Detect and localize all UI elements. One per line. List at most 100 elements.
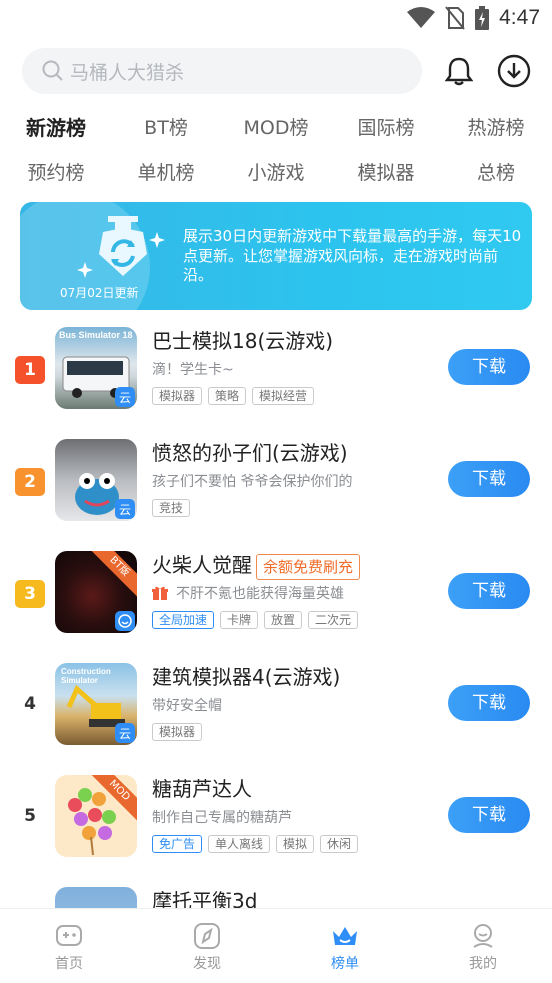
app-description: 不肝不氪也能获得海量英雄 xyxy=(152,583,344,603)
bell-icon xyxy=(444,57,474,86)
nav-label: 首页 xyxy=(55,956,83,972)
ranking-info-banner: 07月02日更新 展示30日内更新游戏中下载量最高的手游，每天10点更新。让您掌… xyxy=(20,202,532,310)
clock: 4:47 xyxy=(499,6,540,29)
tab-overall[interactable]: 总榜 xyxy=(477,155,515,191)
tabs-row-1: 新游榜 BT榜 MOD榜 国际榜 热游榜 xyxy=(0,110,552,146)
search-input[interactable]: 马桶人大猎杀 xyxy=(22,48,422,94)
tag: 卡牌 xyxy=(220,611,259,629)
tag: 模拟器 xyxy=(152,387,203,405)
tag: 模拟 xyxy=(276,835,315,853)
tag: 单人离线 xyxy=(208,835,271,853)
app-icon xyxy=(55,887,137,908)
tab-bt[interactable]: BT榜 xyxy=(144,110,188,146)
app-title: 建筑模拟器4(云游戏) xyxy=(152,665,341,689)
tab-mod[interactable]: MOD榜 xyxy=(244,110,309,146)
tab-reservation[interactable]: 预约榜 xyxy=(27,155,84,191)
cloud-badge: 云 xyxy=(115,387,135,407)
profile-icon xyxy=(473,924,493,948)
search-icon xyxy=(42,60,63,81)
compass-icon xyxy=(194,923,220,949)
promo-badge: 余额免费刷充 xyxy=(256,553,361,580)
crown-icon xyxy=(333,927,357,945)
app-title: 愤怒的孙子们(云游戏) xyxy=(152,441,348,465)
no-sim-icon xyxy=(445,6,465,30)
cloud-badge: 云 xyxy=(115,723,135,743)
app-description: 带好安全帽 xyxy=(152,698,222,714)
app-title: 摩托平衡3d xyxy=(152,889,258,908)
nav-rankings[interactable]: 榜单 xyxy=(276,909,414,983)
status-bar: 4:47 xyxy=(0,0,552,40)
nav-discover[interactable]: 发现 xyxy=(138,909,276,983)
tag-list: 免广告 单人离线 模拟 休闲 xyxy=(152,835,359,853)
search-placeholder: 马桶人大猎杀 xyxy=(70,61,185,84)
nav-profile[interactable]: 我的 xyxy=(414,909,552,983)
rank-badge: 2 xyxy=(15,468,45,496)
list-item[interactable]: 3 BT版 火柴人觉醒 余额免费刷充 不肝不氪也能获得海量英雄 全局加速 卡牌 放… xyxy=(0,549,552,649)
download-button[interactable]: 下载 xyxy=(448,573,530,609)
tag: 模拟经营 xyxy=(252,387,315,405)
tab-emulator[interactable]: 模拟器 xyxy=(357,155,414,191)
app-icon: Bus Simulator 18 云 xyxy=(55,327,137,409)
download-button[interactable]: 下载 xyxy=(448,349,530,385)
download-circle-icon xyxy=(497,54,531,88)
tab-mini-games[interactable]: 小游戏 xyxy=(247,155,304,191)
rank-badge: 3 xyxy=(15,580,45,608)
nav-label: 我的 xyxy=(469,956,497,972)
app-icon: Construction Simulator 云 xyxy=(55,663,137,745)
rank-number: 5 xyxy=(24,806,36,826)
tab-hot[interactable]: 热游榜 xyxy=(467,110,524,146)
tag-list: 全局加速 卡牌 放置 二次元 xyxy=(152,611,359,629)
tag: 放置 xyxy=(264,611,303,629)
tag: 模拟器 xyxy=(152,723,203,741)
tag: 竞技 xyxy=(152,499,191,517)
app-icon: BT版 xyxy=(55,551,137,633)
tag: 全局加速 xyxy=(152,611,215,629)
refresh-trophy-icon xyxy=(77,216,165,278)
download-button[interactable]: 下载 xyxy=(448,797,530,833)
cloud-badge: 云 xyxy=(115,499,135,519)
download-button[interactable]: 下载 xyxy=(448,685,530,721)
list-item[interactable]: 5 MOD 糖葫芦达人 制作自己专属的糖葫芦 免广告 单人离线 模拟 休闲 下载 xyxy=(0,773,552,873)
list-item[interactable]: 4 Construction Simulator 云 建筑模拟器4(云游戏) 带… xyxy=(0,661,552,761)
tag-list: 模拟器 策略 模拟经营 xyxy=(152,387,315,405)
app-icon-caption: Bus Simulator 18 xyxy=(59,330,133,340)
tag: 休闲 xyxy=(320,835,359,853)
tab-international[interactable]: 国际榜 xyxy=(357,110,414,146)
accelerator-badge xyxy=(115,611,135,631)
app-description: 制作自己专属的糖葫芦 xyxy=(152,810,292,826)
download-button[interactable]: 下载 xyxy=(448,461,530,497)
list-item[interactable]: 2 云 愤怒的孙子们(云游戏) 孩子们不要怕 爷爷会保护你们的 竞技 下载 xyxy=(0,437,552,537)
gift-icon xyxy=(152,586,168,600)
smile-icon xyxy=(118,614,132,628)
list-item[interactable]: 摩托平衡3d xyxy=(0,885,552,908)
tag-list: 模拟器 xyxy=(152,723,203,741)
banner-update-date: 07月02日更新 xyxy=(60,286,139,300)
app-icon-caption: Construction Simulator xyxy=(61,667,111,685)
tag: 二次元 xyxy=(308,611,359,629)
app-description: 滴！学生卡~ xyxy=(152,362,234,378)
bottom-navigation: 首页 发现 榜单 我的 xyxy=(0,908,552,983)
banner-description: 展示30日内更新游戏中下载量最高的手游，每天10点更新。让您掌握游戏风向标，走在… xyxy=(183,227,522,284)
app-icon: 云 xyxy=(55,439,137,521)
nav-home[interactable]: 首页 xyxy=(0,909,138,983)
notification-button[interactable] xyxy=(441,53,477,89)
download-manager-button[interactable] xyxy=(496,53,532,89)
rank-badge: 1 xyxy=(15,356,45,384)
app-icon: MOD xyxy=(55,775,137,857)
tag-list: 竞技 xyxy=(152,499,191,517)
list-item[interactable]: 1 Bus Simulator 18 云 巴士模拟18(云游戏) 滴！学生卡~ … xyxy=(0,325,552,425)
bt-corner-ribbon: BT版 xyxy=(85,551,137,601)
bt-corner-label: BT版 xyxy=(107,554,132,579)
tab-single-player[interactable]: 单机榜 xyxy=(137,155,194,191)
tag: 免广告 xyxy=(152,835,203,853)
gamepad-icon xyxy=(56,925,82,946)
nav-label: 发现 xyxy=(193,956,221,972)
nav-label: 榜单 xyxy=(331,956,359,972)
app-title: 糖葫芦达人 xyxy=(152,777,252,801)
battery-icon xyxy=(475,6,490,30)
app-title-text: 火柴人觉醒 xyxy=(152,553,252,577)
app-title: 巴士模拟18(云游戏) xyxy=(152,329,334,353)
tab-new-games[interactable]: 新游榜 xyxy=(26,110,86,146)
app-title: 火柴人觉醒 余额免费刷充 xyxy=(152,549,361,580)
tag: 策略 xyxy=(208,387,247,405)
